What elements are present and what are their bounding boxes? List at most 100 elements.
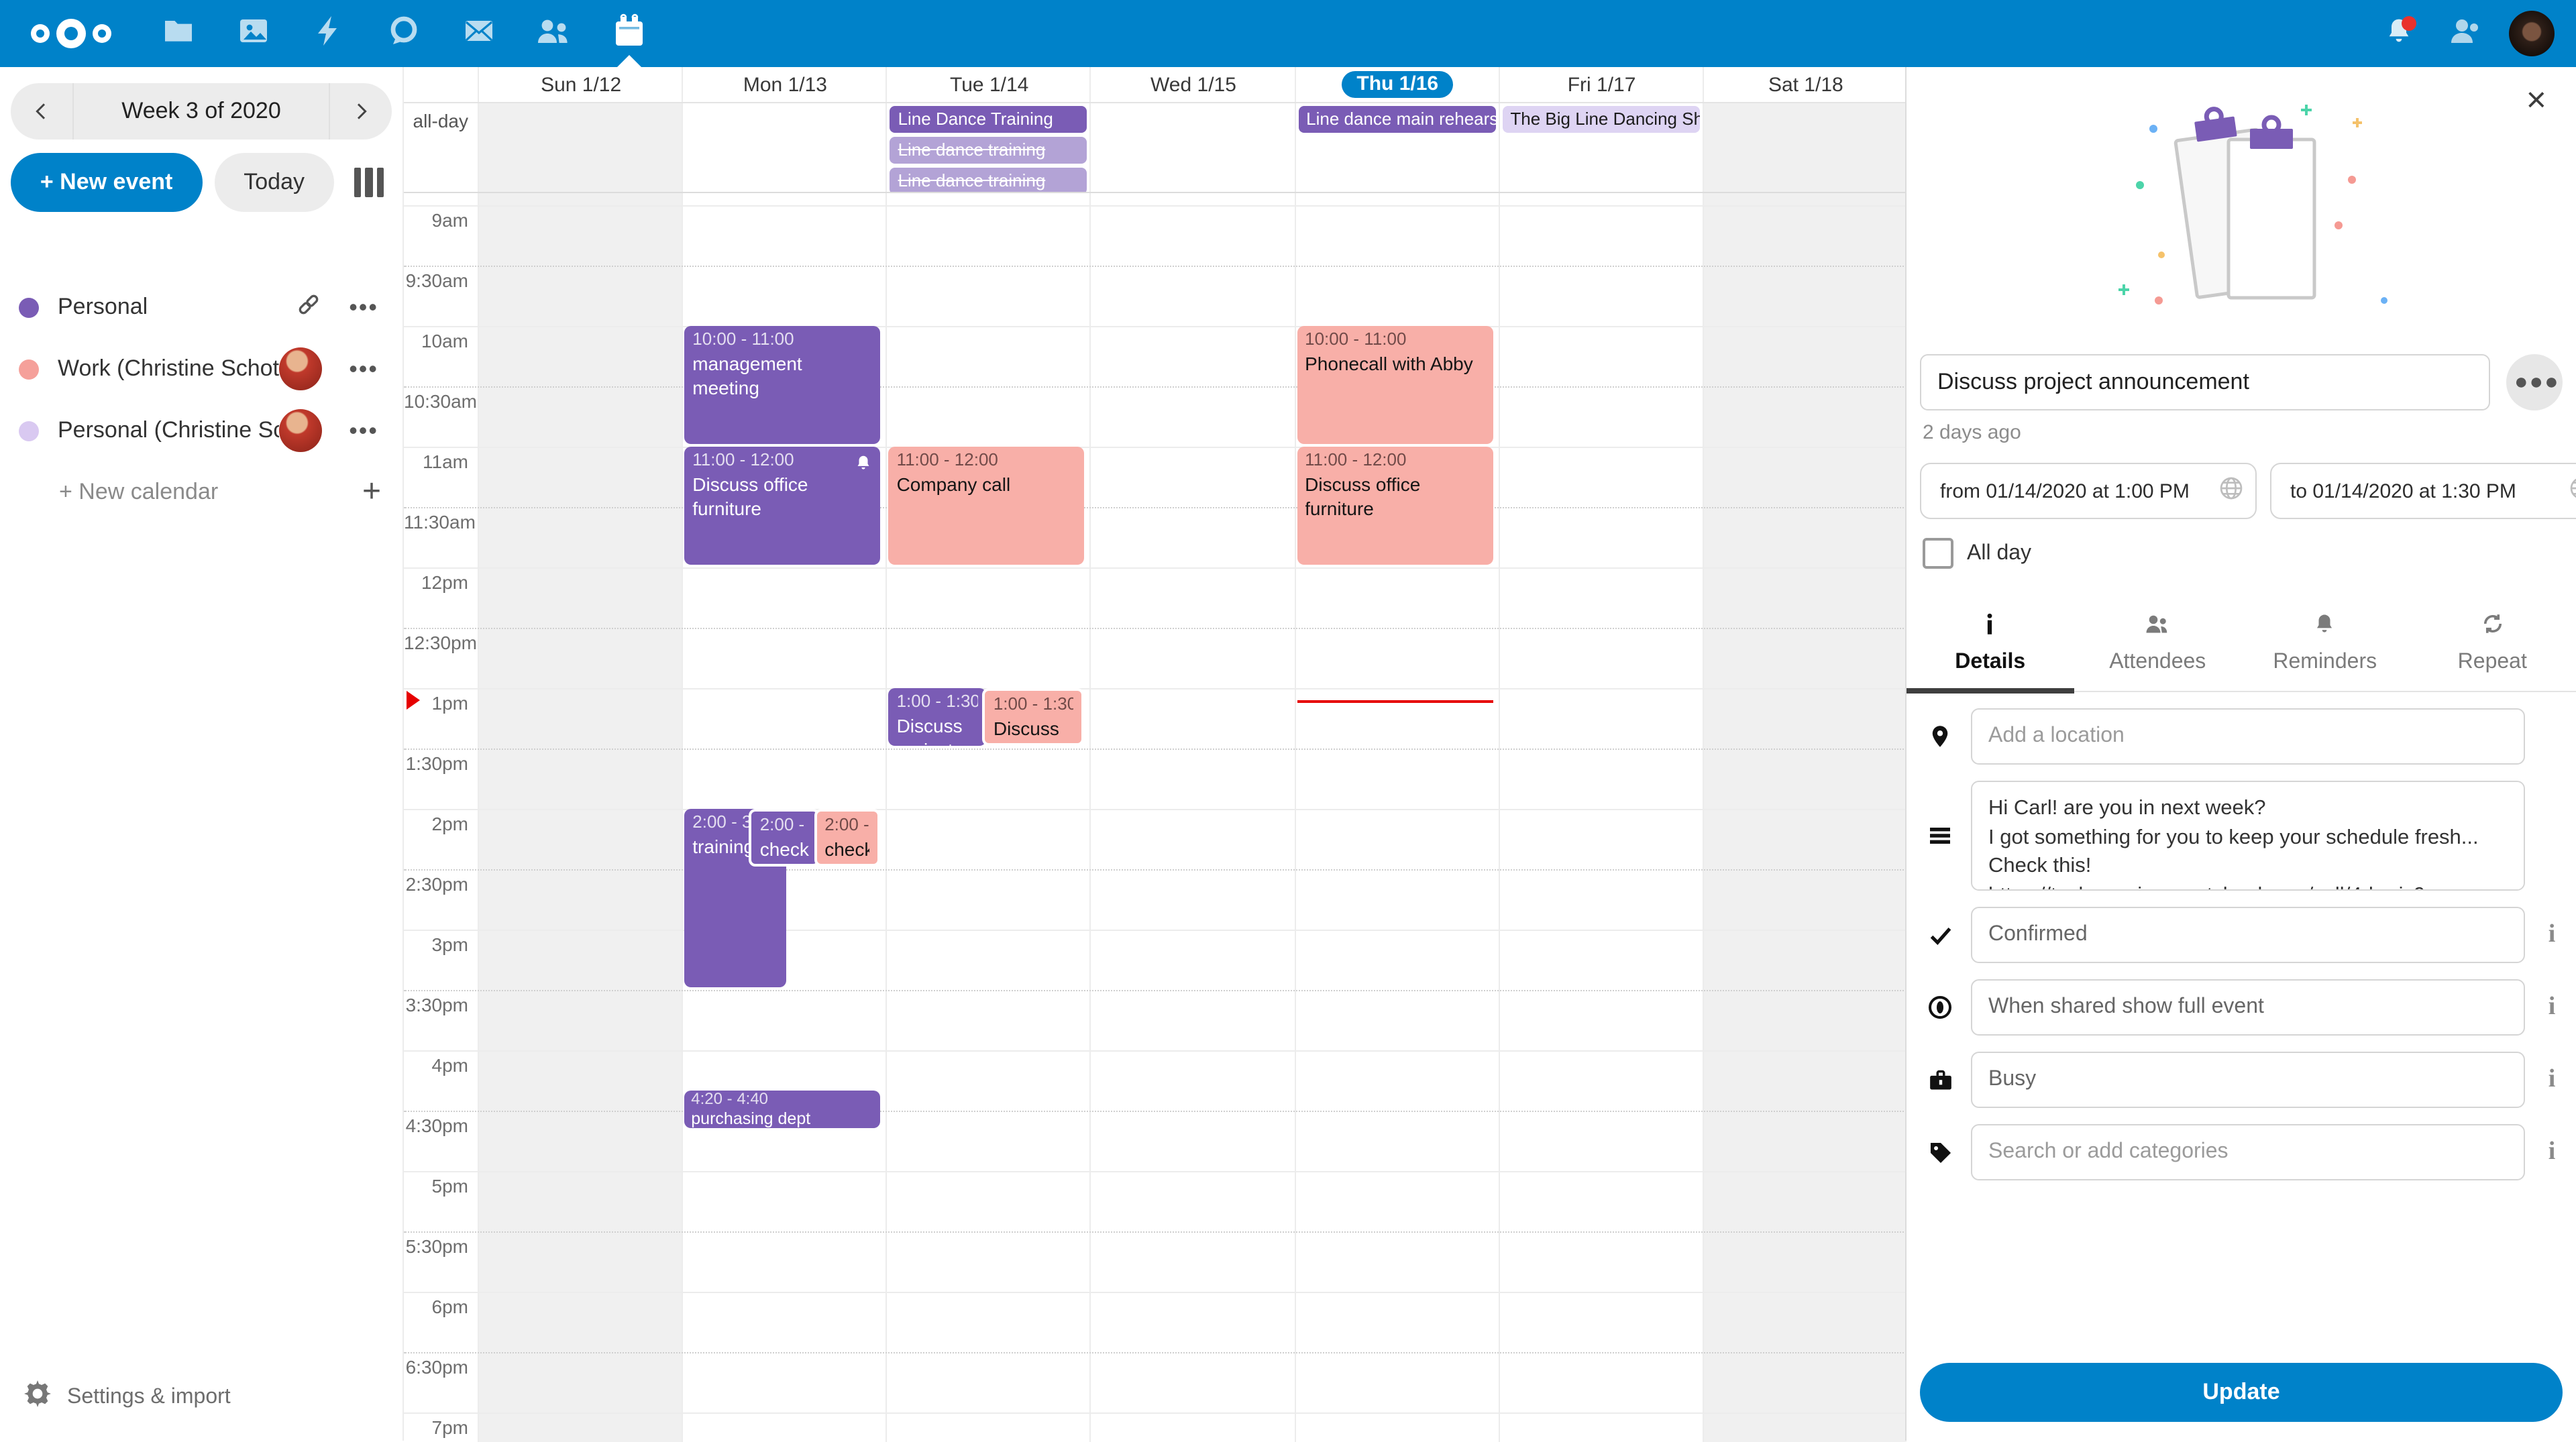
status-info-icon[interactable]: i <box>2538 920 2565 950</box>
grid-line <box>404 1050 1907 1052</box>
share-link-icon[interactable] <box>295 290 322 324</box>
end-date-input[interactable] <box>2288 478 2560 504</box>
all-day-column[interactable]: The Big Line Dancing Show <box>1498 103 1702 192</box>
all-day-column[interactable] <box>478 103 682 192</box>
day-header[interactable]: Tue 1/14 <box>886 67 1091 102</box>
day-header[interactable]: Fri 1/17 <box>1498 67 1703 102</box>
settings-import-button[interactable]: Settings & import <box>0 1367 402 1427</box>
all-day-column[interactable] <box>1090 103 1294 192</box>
timezone-globe-icon[interactable] <box>2568 474 2576 508</box>
time-label: 4:30pm <box>404 1115 468 1136</box>
view-mode-button[interactable] <box>346 160 392 205</box>
files-app-button[interactable] <box>156 0 201 67</box>
calendar-menu-button[interactable]: ••• <box>341 353 386 384</box>
previous-week-button[interactable] <box>11 83 72 140</box>
calendar-event[interactable]: 2:00 - 2:30check-in <box>814 809 880 867</box>
status-select[interactable] <box>1971 907 2525 963</box>
all-day-column[interactable] <box>1703 103 1907 192</box>
time-label: 2pm <box>404 813 468 834</box>
more-actions-button[interactable]: ●●● <box>2506 354 2563 410</box>
calendar-name: Work (Christine Schott) <box>58 355 279 382</box>
calendar-event[interactable]: 1:00 - 1:30Discuss project <box>983 688 1085 746</box>
reminder-bell-icon <box>2314 612 2337 643</box>
visibility-select[interactable] <box>1971 979 2525 1036</box>
grid-line <box>404 567 1907 569</box>
freebusy-select[interactable] <box>1971 1052 2525 1108</box>
calendar-event[interactable]: 10:00 - 11:00management meeting <box>684 326 880 444</box>
week-label[interactable]: Week 3 of 2020 <box>72 83 330 140</box>
timezone-globe-icon[interactable] <box>2218 474 2245 508</box>
day-column[interactable] <box>478 193 683 1442</box>
day-column[interactable] <box>886 193 1091 1442</box>
mail-app-button[interactable] <box>456 0 502 67</box>
tab-repeat[interactable]: Repeat <box>2409 604 2576 691</box>
all-day-checkbox[interactable] <box>1923 538 1953 569</box>
all-day-event[interactable]: Line dance training <box>890 168 1087 193</box>
calendar-event[interactable]: 11:00 - 12:00Company call <box>889 447 1085 565</box>
eye-icon <box>1923 994 1957 1021</box>
new-calendar-button[interactable]: + New calendar + <box>0 461 402 523</box>
talk-app-button[interactable] <box>381 0 427 67</box>
new-event-button[interactable]: + New event <box>11 153 202 212</box>
all-day-event[interactable]: Line dance main rehearsal <box>1298 106 1495 133</box>
time-label: 12pm <box>404 571 468 593</box>
today-button[interactable]: Today <box>214 153 334 212</box>
day-header[interactable]: Thu 1/16 <box>1294 67 1499 102</box>
time-label: 3:30pm <box>404 994 468 1015</box>
photos-app-button[interactable] <box>231 0 276 67</box>
activity-app-button[interactable] <box>306 0 352 67</box>
calendar-app-button[interactable] <box>606 0 652 67</box>
calendar-event[interactable]: 1:00 - 1:30Discuss project announcement <box>889 688 987 746</box>
all-day-column[interactable] <box>682 103 885 192</box>
tab-details[interactable]: Details <box>1907 604 2074 691</box>
calendar-event[interactable]: 4:20 - 4:40purchasing dept <box>684 1091 880 1128</box>
day-header[interactable]: Sat 1/18 <box>1703 67 1908 102</box>
nextcloud-logo[interactable] <box>24 16 126 51</box>
all-day-column[interactable]: Line dance main rehearsal <box>1294 103 1498 192</box>
calendar-event[interactable]: 10:00 - 11:00Phonecall with Abby <box>1297 326 1493 444</box>
day-header[interactable]: Sun 1/12 <box>478 67 683 102</box>
all-day-column[interactable]: Line Dance Training Line dance training Li… <box>886 103 1090 192</box>
calendar-item-actions: ••• <box>279 409 386 452</box>
sidebar-calendar-item[interactable]: Personal (Christine Scho...)••• <box>0 400 402 461</box>
notifications-button[interactable] <box>2375 0 2423 67</box>
event-time: 11:00 - 12:00 <box>692 449 872 472</box>
tab-reminders[interactable]: Reminders <box>2241 604 2409 691</box>
categories-input[interactable] <box>1971 1124 2525 1180</box>
day-column[interactable] <box>1498 193 1703 1442</box>
calendar-event[interactable]: 2:00 - 2:30check-in <box>749 809 820 867</box>
calendar-menu-button[interactable]: ••• <box>341 292 386 323</box>
start-date-field <box>1920 463 2257 519</box>
visibility-info-icon[interactable]: i <box>2538 993 2565 1022</box>
update-button[interactable]: Update <box>1920 1363 2563 1422</box>
contacts-app-button[interactable] <box>531 0 577 67</box>
all-day-event[interactable]: Line Dance Training <box>890 106 1087 133</box>
event-title: Discuss project <box>994 716 1074 746</box>
day-column[interactable] <box>1703 193 1907 1442</box>
start-date-input[interactable] <box>1937 478 2210 504</box>
freebusy-info-icon[interactable]: i <box>2538 1065 2565 1095</box>
description-textarea[interactable]: Hi Carl! are you in next week? I got som… <box>1971 781 2525 891</box>
day-header[interactable]: Mon 1/13 <box>682 67 887 102</box>
user-avatar[interactable] <box>2509 11 2555 56</box>
event-title-input[interactable] <box>1920 354 2490 410</box>
calendar-event[interactable]: 11:00 - 12:00Discuss office furniture <box>684 447 880 565</box>
plus-icon: + <box>362 474 381 511</box>
time-grid[interactable]: 9am9:30am10am10:30am11am11:30am12pm12:30… <box>404 193 1907 1442</box>
location-input[interactable] <box>1971 708 2525 765</box>
contacts-menu-button[interactable] <box>2442 0 2490 67</box>
categories-info-icon[interactable]: i <box>2538 1138 2565 1167</box>
day-column[interactable] <box>1090 193 1295 1442</box>
calendar-event[interactable]: 11:00 - 12:00Discuss office furniture <box>1297 447 1493 565</box>
avatar <box>279 409 322 452</box>
calendar-menu-button[interactable]: ••• <box>341 415 386 446</box>
next-week-button[interactable] <box>330 83 392 140</box>
all-day-event[interactable]: The Big Line Dancing Show <box>1502 106 1699 133</box>
day-header[interactable]: Wed 1/15 <box>1090 67 1295 102</box>
all-day-event[interactable]: Line dance training <box>890 137 1087 164</box>
sidebar-calendar-item[interactable]: Work (Christine Schott) ••• <box>0 338 402 400</box>
sidebar-calendar-item[interactable]: Personal••• <box>0 276 402 338</box>
time-label: 11am <box>404 451 468 472</box>
close-panel-button[interactable]: × <box>2518 80 2555 118</box>
tab-attendees[interactable]: Attendees <box>2074 604 2242 691</box>
